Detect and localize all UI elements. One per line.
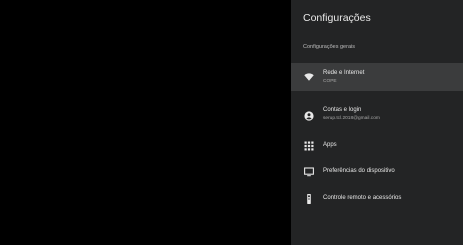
menu-item-label: Preferências do dispositivo bbox=[323, 168, 395, 174]
menu-item-label: Rede e Internet bbox=[323, 70, 365, 76]
settings-panel: Configurações Configurações gerais Rede … bbox=[291, 0, 463, 245]
menu-item-device-preferences[interactable]: Preferências do dispositivo bbox=[291, 162, 463, 182]
background-content-area bbox=[0, 0, 291, 245]
menu-item-sublabel: COPE bbox=[323, 79, 337, 84]
menu-item-accounts-login[interactable]: Contas e login serup.tcl.2018@gmail.com bbox=[291, 102, 463, 129]
menu-item-label: Contas e login bbox=[323, 107, 362, 113]
menu-item-sublabel: serup.tcl.2018@gmail.com bbox=[323, 116, 380, 121]
tv-screen: Configurações Configurações gerais Rede … bbox=[0, 0, 463, 245]
menu-item-label: Apps bbox=[323, 142, 337, 148]
menu-item-remote-accessories[interactable]: Controle remoto e acessórios bbox=[291, 189, 463, 209]
section-label-general-settings: Configurações gerais bbox=[303, 44, 355, 50]
wifi-icon bbox=[304, 73, 314, 81]
menu-item-network-internet[interactable]: Rede e Internet COPE bbox=[291, 63, 463, 91]
account-icon bbox=[304, 110, 314, 121]
menu-item-apps[interactable]: Apps bbox=[291, 136, 463, 156]
remote-icon bbox=[307, 194, 311, 204]
panel-title: Configurações bbox=[303, 12, 371, 24]
tv-icon bbox=[304, 167, 314, 177]
menu-item-label: Controle remoto e acessórios bbox=[323, 195, 402, 201]
apps-grid-icon bbox=[304, 141, 314, 151]
